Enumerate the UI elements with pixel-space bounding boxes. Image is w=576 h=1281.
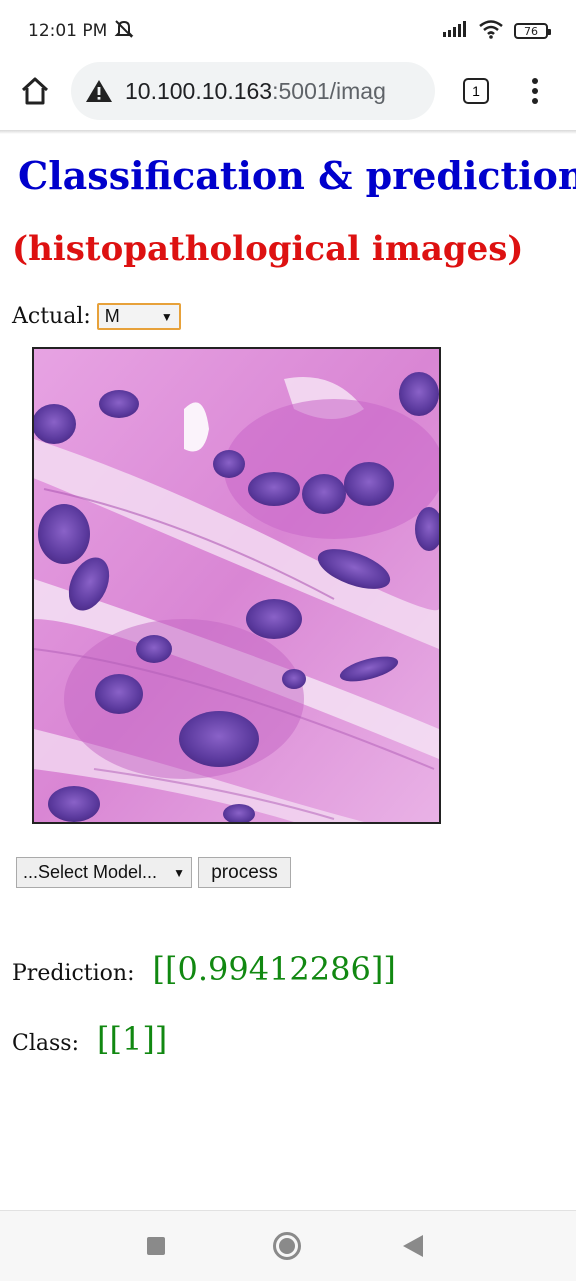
chevron-down-icon: ▼ bbox=[173, 865, 185, 880]
prediction-row: Prediction: [[0.99412286]] bbox=[12, 950, 396, 988]
url-path: :5001/imag bbox=[272, 77, 386, 104]
browser-toolbar: 10.100.10.163:5001/imag 1 bbox=[0, 62, 576, 132]
toolbar-divider bbox=[0, 130, 576, 134]
chevron-down-icon: ▼ bbox=[160, 309, 173, 324]
page-title: Classification & prediction bbox=[18, 153, 576, 198]
back-icon[interactable] bbox=[403, 1235, 423, 1257]
address-bar[interactable]: 10.100.10.163:5001/imag bbox=[71, 62, 435, 120]
home-circle-icon[interactable] bbox=[273, 1232, 301, 1260]
system-nav-bar bbox=[0, 1210, 576, 1281]
wifi-icon bbox=[478, 19, 504, 43]
status-right: 76 bbox=[442, 19, 551, 43]
actual-row: Actual: M ▼ bbox=[12, 303, 181, 330]
prediction-value: [[0.99412286]] bbox=[152, 950, 396, 988]
mute-notifications-icon bbox=[113, 19, 135, 44]
histopathology-image bbox=[32, 347, 441, 824]
actual-select[interactable]: M ▼ bbox=[96, 303, 181, 330]
status-bar: 12:01 PM 76 bbox=[0, 0, 576, 62]
home-icon[interactable] bbox=[18, 74, 52, 108]
tabs-icon[interactable]: 1 bbox=[463, 78, 489, 104]
process-button-label: process bbox=[211, 861, 278, 883]
page-subtitle: (histopathological images) bbox=[12, 229, 524, 269]
url-host: 10.100.10.163 bbox=[125, 77, 273, 104]
model-select[interactable]: ...Select Model... ▼ bbox=[16, 857, 192, 888]
actual-select-value: M bbox=[104, 306, 120, 326]
status-time: 12:01 PM bbox=[28, 21, 108, 41]
battery-icon: 76 bbox=[514, 23, 551, 39]
prediction-label: Prediction: bbox=[12, 961, 135, 986]
url-text[interactable]: 10.100.10.163:5001/imag bbox=[125, 78, 386, 105]
recent-apps-icon[interactable] bbox=[147, 1237, 165, 1255]
signal-icon bbox=[442, 20, 468, 42]
menu-icon[interactable] bbox=[526, 76, 544, 106]
class-row: Class: [[1]] bbox=[12, 1020, 167, 1058]
actual-label: Actual: bbox=[12, 304, 91, 329]
class-label: Class: bbox=[12, 1031, 79, 1056]
status-left: 12:01 PM bbox=[28, 19, 135, 44]
tab-count: 1 bbox=[472, 83, 480, 99]
model-select-value: ...Select Model... bbox=[23, 862, 158, 882]
not-secure-warning-icon[interactable] bbox=[85, 78, 113, 104]
class-value: [[1]] bbox=[96, 1020, 168, 1058]
process-button[interactable]: process bbox=[198, 857, 291, 888]
battery-level: 76 bbox=[524, 24, 538, 38]
